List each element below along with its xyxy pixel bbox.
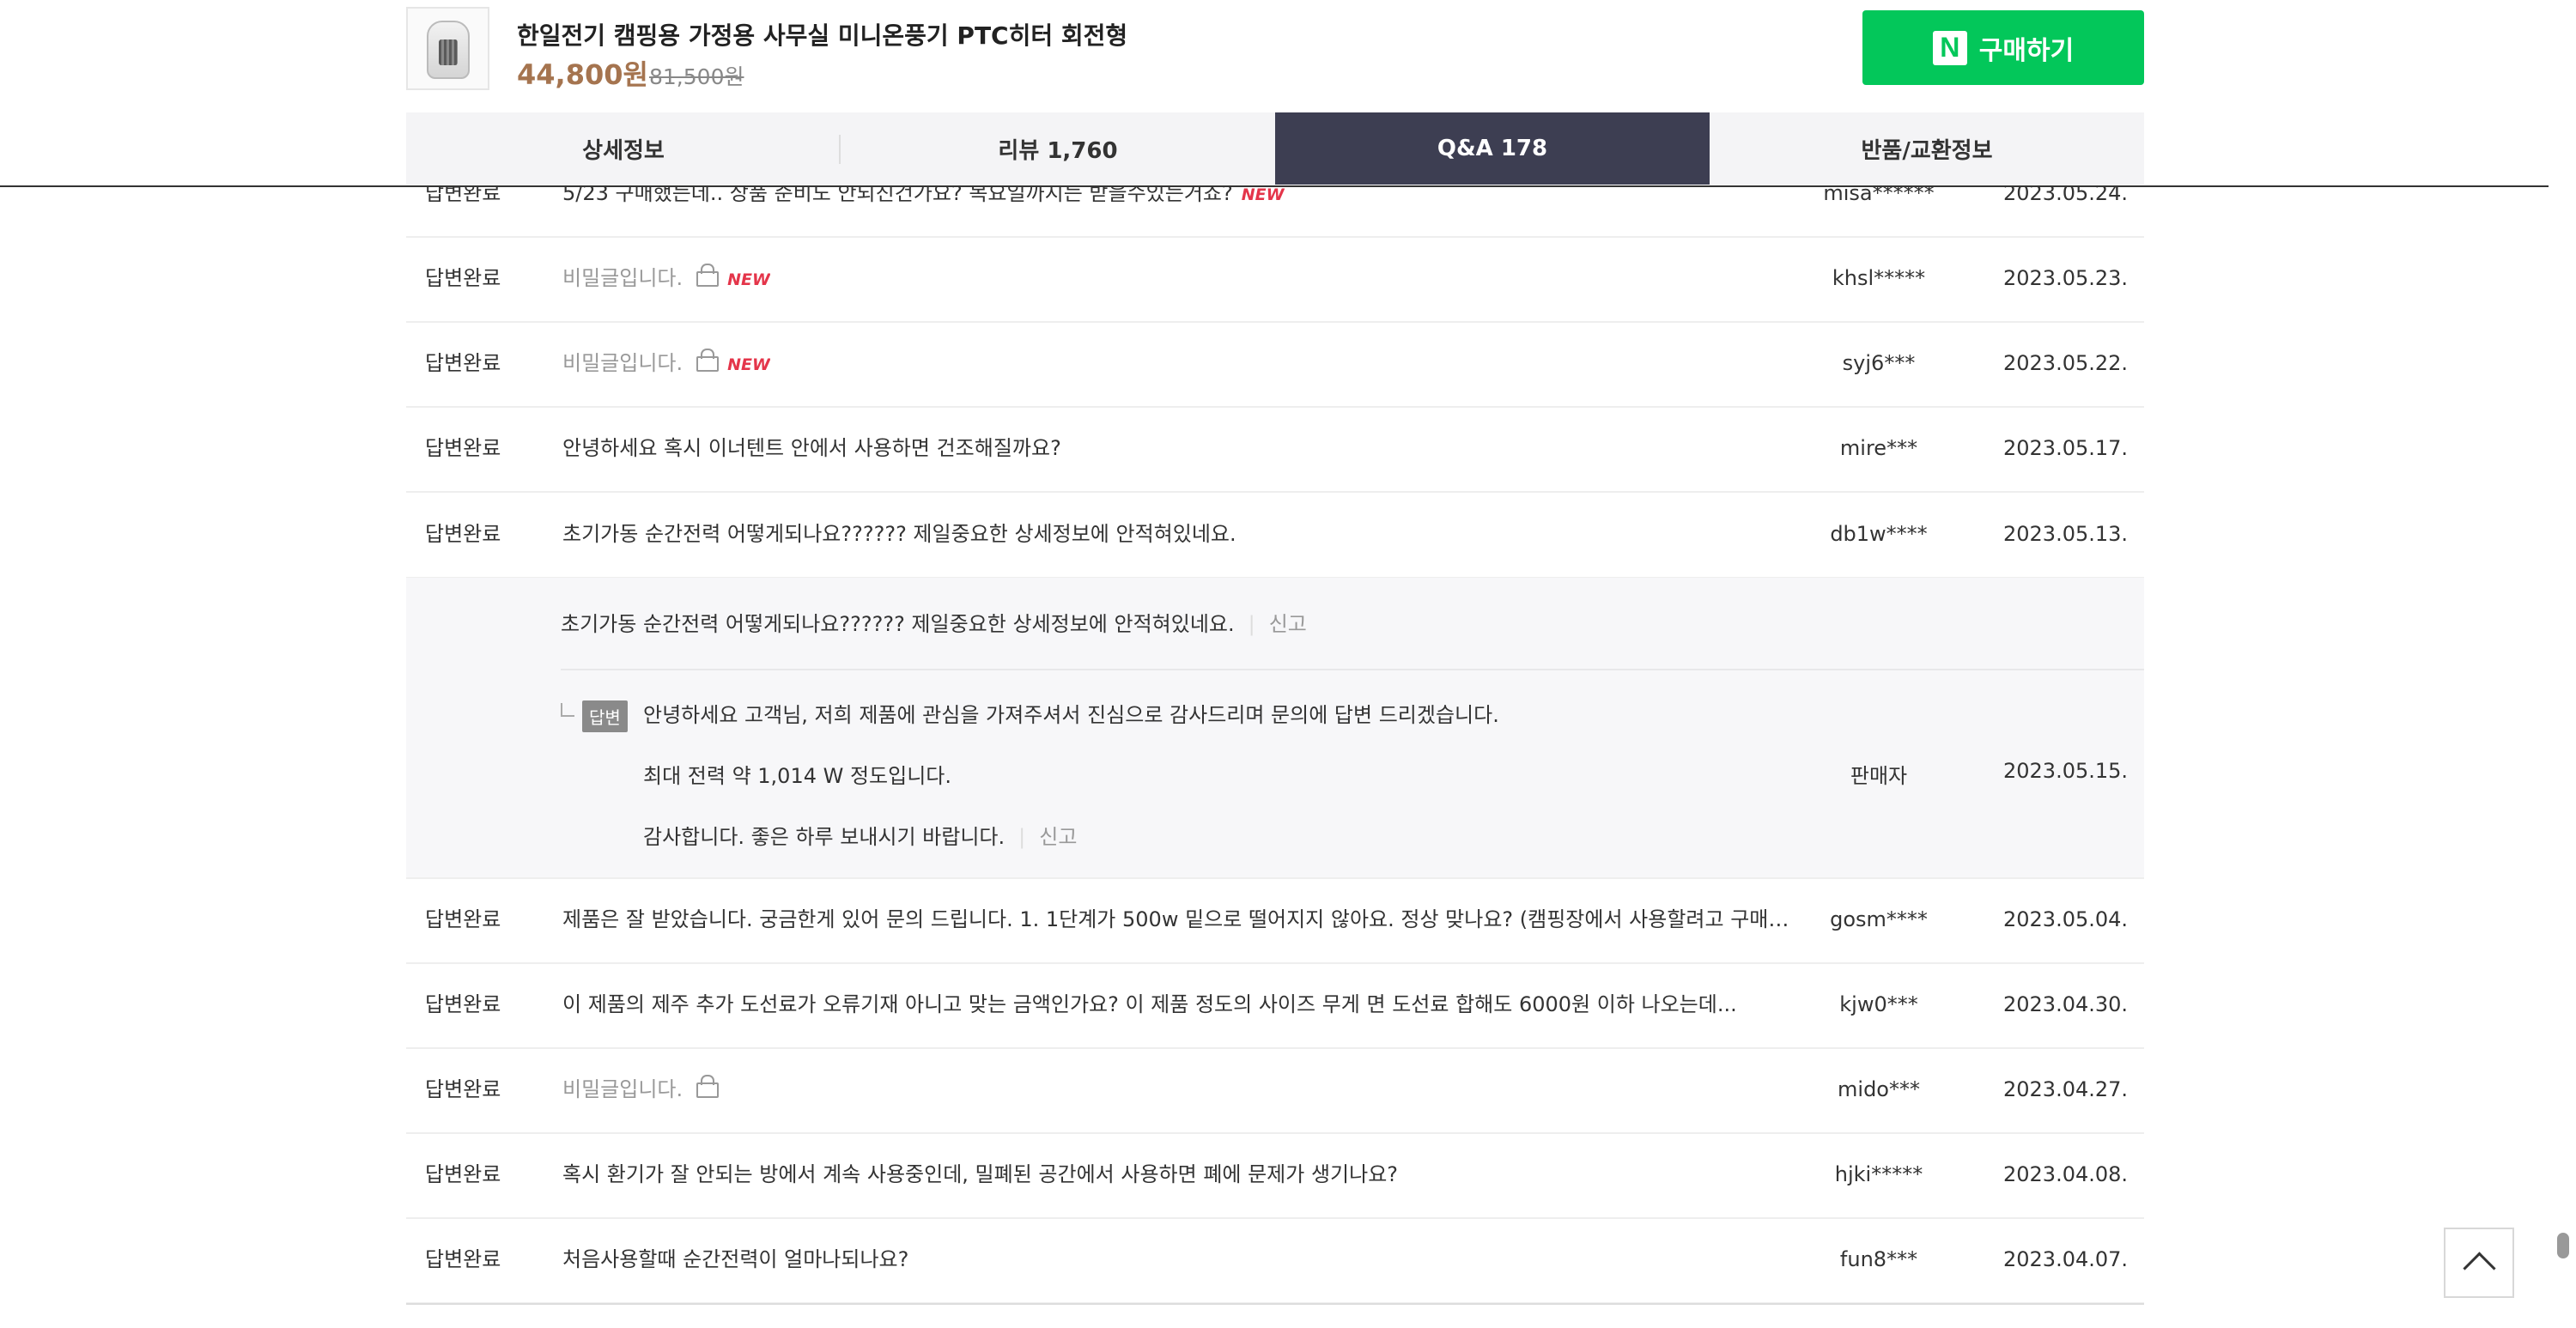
new-badge: NEW xyxy=(727,355,770,374)
answer-status: 답변완료 xyxy=(425,1162,501,1186)
qna-row-expanded-header[interactable]: 답변완료 초기가동 순간전력 어떻게되나요?????? 제일중요한 상세정보에 … xyxy=(406,492,2144,579)
answer-status: 답변완료 xyxy=(425,436,501,460)
reply-corner-icon xyxy=(561,703,574,717)
qna-row[interactable]: 답변완료 비밀글입니다. mido*** 2023.04.27. xyxy=(406,1047,2144,1134)
question-date: 2023.05.04. xyxy=(2003,907,2129,931)
chevron-up-icon xyxy=(2463,1252,2496,1285)
answer-report-link[interactable]: 신고 xyxy=(1018,825,1077,849)
answer-line: 감사합니다. 좋은 하루 보내시기 바랍니다.신고 xyxy=(643,820,1077,850)
buy-button[interactable]: N 구매하기 xyxy=(1862,10,2144,85)
question-title[interactable]: 혹시 환기가 잘 안되는 방에서 계속 사용중인데, 밀폐된 공간에서 사용하면… xyxy=(562,1132,1398,1217)
answer-status: 답변완료 xyxy=(425,351,501,375)
question-author: mire*** xyxy=(1839,436,1918,460)
tab-reviews[interactable]: 리뷰 1,760 xyxy=(841,112,1275,185)
answer-status: 답변완료 xyxy=(425,522,501,546)
question-date: 2023.05.13. xyxy=(2003,522,2129,546)
tab-qna[interactable]: Q&A 178 xyxy=(1275,112,1710,185)
tab-return-exchange[interactable]: 반품/교환정보 xyxy=(1710,112,2144,185)
answer-line: 안녕하세요 고객님, 저희 제품에 관심을 가져주셔서 진심으로 감사드리며 문… xyxy=(643,703,1499,727)
answer-author: 판매자 xyxy=(1850,764,1908,788)
question-author: kjw0*** xyxy=(1839,992,1918,1016)
list-bottom-border xyxy=(406,1303,2144,1305)
tab-details[interactable]: 상세정보 xyxy=(406,112,841,185)
answer-status: 답변완료 xyxy=(425,1077,501,1101)
new-badge: NEW xyxy=(727,270,770,289)
answer-date: 2023.05.15. xyxy=(2003,759,2129,783)
question-author: fun8*** xyxy=(1839,1247,1918,1271)
qna-row[interactable]: 답변완료 비밀글입니다. NEW syj6*** 2023.05.22. xyxy=(406,321,2144,408)
question-title[interactable]: 비밀글입니다. NEW xyxy=(562,321,770,408)
qna-row[interactable]: 답변완료 제품은 잘 받았습니다. 궁금한게 있어 문의 드립니다. 1. 1단… xyxy=(406,877,2144,964)
tab-bar: 상세정보 리뷰 1,760 Q&A 178 반품/교환정보 xyxy=(406,112,2144,185)
answer-status: 답변완료 xyxy=(425,266,501,290)
buy-button-label: 구매하기 xyxy=(1978,35,2075,66)
answer-status: 답변완료 xyxy=(425,907,501,931)
heater-image xyxy=(427,21,470,79)
qna-row[interactable]: 답변완료 처음사용할때 순간전력이 얼마나되나요? fun8*** 2023.0… xyxy=(406,1217,2144,1304)
question-author: syj6*** xyxy=(1842,351,1916,375)
question-author: khsl***** xyxy=(1832,266,1926,290)
question-author: hjki***** xyxy=(1834,1162,1923,1186)
question-date: 2023.04.27. xyxy=(2003,1077,2129,1101)
sticky-product-header: 한일전기 캠핑용 가정용 사무실 미니온풍기 PTC히터 회전형 44,800원… xyxy=(0,0,2549,187)
question-date: 2023.05.23. xyxy=(2003,266,2129,290)
product-price: 44,800원 xyxy=(517,58,648,91)
qna-row[interactable]: 답변완료 비밀글입니다. NEW khsl***** 2023.05.23. xyxy=(406,236,2144,323)
question-author: db1w**** xyxy=(1830,522,1928,546)
qna-row[interactable]: 답변완료 안녕하세요 혹시 이너텐트 안에서 사용하면 건조해질까요? mire… xyxy=(406,406,2144,493)
question-title[interactable]: 안녕하세요 혹시 이너텐트 안에서 사용하면 건조해질까요? xyxy=(562,406,1061,491)
lock-icon xyxy=(696,1075,720,1098)
product-thumbnail[interactable] xyxy=(406,7,489,90)
question-date: 2023.04.08. xyxy=(2003,1162,2129,1186)
qna-row[interactable]: 답변완료 혹시 환기가 잘 안되는 방에서 계속 사용중인데, 밀폐된 공간에서… xyxy=(406,1132,2144,1219)
answer-status: 답변완료 xyxy=(425,992,501,1016)
naver-logo-icon: N xyxy=(1932,30,1967,65)
scroll-to-top-button[interactable] xyxy=(2444,1228,2514,1298)
question-title[interactable]: 제품은 잘 받았습니다. 궁금한게 있어 문의 드립니다. 1. 1단계가 50… xyxy=(562,877,1790,962)
question-date: 2023.05.17. xyxy=(2003,436,2129,460)
answer-line: 최대 전력 약 1,014 W 정도입니다. xyxy=(643,764,952,788)
lock-icon xyxy=(696,264,720,287)
report-link[interactable]: 신고 xyxy=(1249,612,1307,636)
question-title[interactable]: 처음사용할때 순간전력이 얼마나되나요? xyxy=(562,1217,908,1302)
qna-row[interactable]: 답변완료 이 제품의 제주 추가 도선료가 오류기재 아니고 맞는 금액인가요?… xyxy=(406,962,2144,1049)
question-date: 2023.04.07. xyxy=(2003,1247,2129,1271)
question-title[interactable]: 비밀글입니다. xyxy=(562,1047,720,1132)
product-title[interactable]: 한일전기 캠핑용 가정용 사무실 미니온풍기 PTC히터 회전형 xyxy=(517,17,1127,52)
scrollbar-thumb[interactable] xyxy=(2557,1233,2569,1258)
question-author: gosm**** xyxy=(1830,907,1928,931)
original-price: 81,500원 xyxy=(649,64,744,89)
qna-expanded-detail: 초기가동 순간전력 어떻게되나요?????? 제일중요한 상세정보에 안적혀있네… xyxy=(406,578,2144,879)
question-full-text: 초기가동 순간전력 어떻게되나요?????? 제일중요한 상세정보에 안적혀있네… xyxy=(561,607,1307,637)
question-title[interactable]: 이 제품의 제주 추가 도선료가 오류기재 아니고 맞는 금액인가요? 이 제품… xyxy=(562,962,1737,1047)
new-badge: NEW xyxy=(1241,185,1285,204)
lock-icon xyxy=(696,349,720,372)
question-title[interactable]: 비밀글입니다. NEW xyxy=(562,236,770,323)
question-title[interactable]: 초기가동 순간전력 어떻게되나요?????? 제일중요한 상세정보에 안적혀있네… xyxy=(562,492,1236,577)
question-author: mido*** xyxy=(1838,1077,1920,1101)
answer-badge: 답변 xyxy=(582,700,628,732)
question-date: 2023.04.30. xyxy=(2003,992,2129,1016)
answer-status: 답변완료 xyxy=(425,1247,501,1271)
divider xyxy=(561,669,2144,670)
question-date: 2023.05.22. xyxy=(2003,351,2129,375)
